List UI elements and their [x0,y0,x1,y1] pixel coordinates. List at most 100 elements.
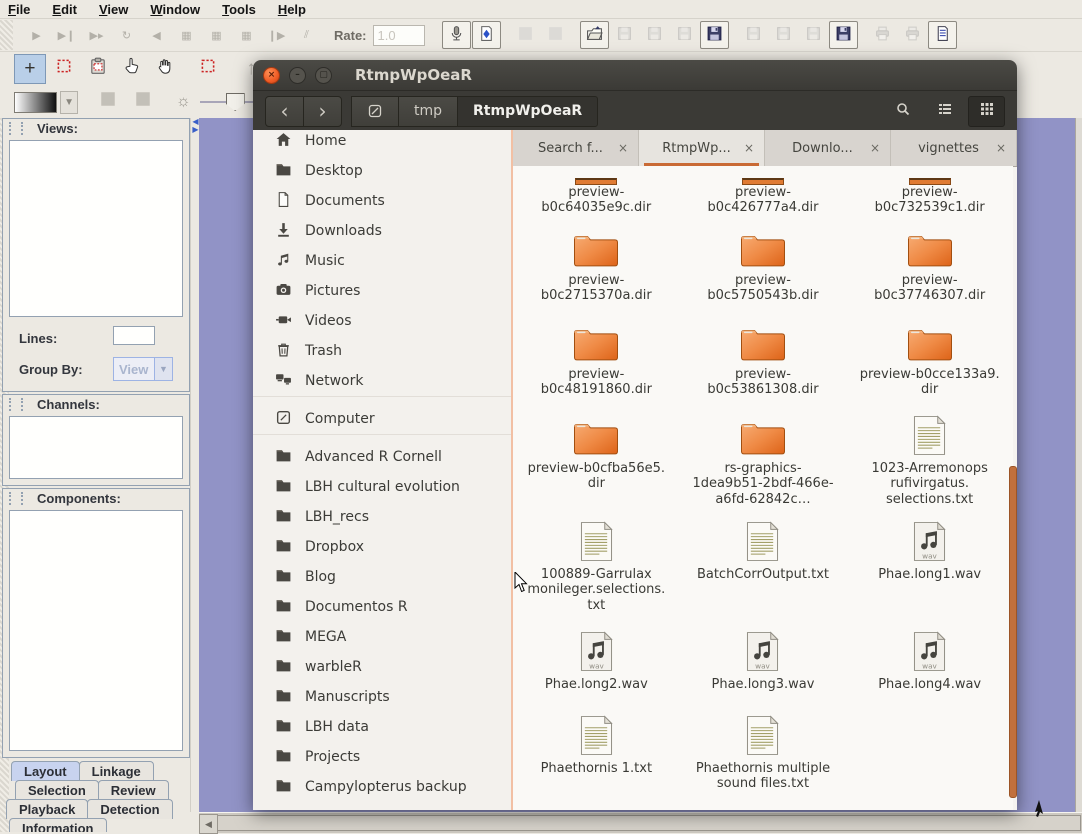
mixer-button[interactable]: ▦ [232,21,261,49]
tab[interactable]: Detection [87,799,172,819]
save-a-button[interactable] [610,21,639,49]
scrollbar-thumb[interactable] [217,815,1081,831]
views-panel-header[interactable]: Views: [3,119,189,138]
close-icon[interactable]: × [618,141,628,155]
colormap-b-button[interactable] [126,87,159,117]
rate-input[interactable] [373,25,425,46]
scroll-left-icon[interactable]: ◀ [199,814,218,834]
preview-b0cfba56e5.dir[interactable]: preview-b0cfba56e5.​dir [516,406,676,512]
selection-b-tool-button[interactable] [192,54,224,84]
Phaethornis 1.txt[interactable]: Phaethornis 1.​txt [516,706,676,810]
texture-b-button[interactable] [541,21,570,49]
chevron-down-icon[interactable]: ▼ [155,357,173,381]
crumb-current[interactable]: RtmpWpOeaR [457,96,598,127]
play-button[interactable]: ▶ [22,21,51,49]
sidebar-item[interactable]: Documents [253,186,511,216]
save-c-button[interactable] [670,21,699,49]
preview-b0cce133a9.dir[interactable]: preview-b0cce133a9.​dir [850,312,1010,406]
components-list[interactable] [9,510,183,751]
preview-b0c732539c1.dir[interactable]: preview-b0c732539c1.​dir [850,166,1010,218]
sidebar-item[interactable]: Videos [253,306,511,336]
texture-a-button[interactable] [511,21,540,49]
sidebar-item[interactable]: Manuscripts [253,682,511,712]
crosshair-tool-button[interactable]: + [14,54,46,84]
channels-list[interactable] [9,416,183,479]
lines-input[interactable] [113,326,155,345]
window-tab[interactable]: vignettes× [891,130,1017,166]
window-tab[interactable]: RtmpWp...× [639,130,765,166]
sidebar-item[interactable]: Home [253,130,511,156]
BatchCorrOutput.txt[interactable]: BatchCorrOutput.​txt [683,512,843,622]
paste-document-button[interactable] [928,21,957,49]
Phae.long1.wav[interactable]: wav Phae.​long1.​wav [850,512,1010,622]
sidebar-item[interactable]: Campylopterus backup [253,772,511,802]
back-button[interactable]: ‹ [265,96,304,127]
tab[interactable]: Linkage [79,761,154,781]
save-window-button[interactable] [700,21,729,49]
preview-b0c37746307.dir[interactable]: preview-b0c37746307.​dir [850,218,1010,312]
colormap-dropdown-button[interactable]: ▼ [60,91,78,114]
sidebar-item[interactable]: MEGA [253,622,511,652]
tab[interactable]: Playback [6,799,88,819]
channels-panel-header[interactable]: Channels: [3,395,189,414]
save-b-button[interactable] [640,21,669,49]
sidebar-item[interactable]: LBH cultural evolution [253,472,511,502]
sidebar-item[interactable]: Computer [253,404,511,435]
print-a-button[interactable] [868,21,897,49]
search-button[interactable] [884,96,921,127]
menu-item[interactable]: View [99,2,128,17]
list-view-button[interactable] [926,96,963,127]
preview-b0c426777a4.dir[interactable]: preview-b0c426777a4.​dir [683,166,843,218]
record-mic-button[interactable] [442,21,471,49]
rs-graphics-1dea9b51-2bdf-466e-a6fd-62842c…[interactable]: rs-graphics-1dea9b51-2bdf-466e-a6fd-6284… [683,406,843,512]
components-panel-header[interactable]: Components: [3,489,189,508]
sidebar-item[interactable]: Pictures [253,276,511,306]
sidebar-item[interactable]: Network [253,366,511,397]
point-hand-tool-button[interactable] [116,54,148,84]
tab[interactable]: Information [9,818,107,832]
export-c-button[interactable] [799,21,828,49]
grid-view-button[interactable] [968,96,1005,127]
new-sound-window-button[interactable] [472,21,501,49]
play-reverse-button[interactable]: ◀ [142,21,171,49]
close-icon[interactable]: × [744,141,754,155]
1023-Arremonops rufivirgatus.selections.txt[interactable]: 1023-Arremonops rufivirgatus.​selections… [850,406,1010,512]
minimize-icon[interactable]: – [289,67,306,84]
horizontal-scrollbar[interactable]: ◀ [199,812,1082,833]
save-all-button[interactable] [829,21,858,49]
group-by-combobox[interactable]: View ▼ [113,357,173,381]
sidebar-item[interactable]: Phaethornis1 [253,802,511,810]
loop-play-button[interactable]: ↻ [112,21,141,49]
print-b-button[interactable] [898,21,927,49]
window-titlebar[interactable]: × – ▢ RtmpWpOeaR [253,60,1017,91]
page-play-button[interactable]: ❙▶ [262,21,291,49]
tab[interactable]: Layout [11,761,80,781]
sidebar-item[interactable]: Dropbox [253,532,511,562]
views-list[interactable] [9,140,183,317]
sidebar-item[interactable]: warbleR [253,652,511,682]
Phae.long2.wav[interactable]: wav Phae.​long2.​wav [516,622,676,706]
record-monitor-button[interactable]: ▦ [202,21,231,49]
colormap-gradient-swatch[interactable] [14,92,57,113]
play-forward-button[interactable]: ▶▸ [82,21,111,49]
sidebar-item[interactable]: Blog [253,562,511,592]
tab[interactable]: Review [98,780,169,800]
selection-tool-button[interactable] [48,54,80,84]
preview-b0c48191860.dir[interactable]: preview-b0c48191860.​dir [516,312,676,406]
menu-item[interactable]: Edit [52,2,77,17]
close-icon[interactable]: × [263,67,280,84]
sidebar-item[interactable]: Advanced R Cornell [253,442,511,472]
colormap-a-button[interactable] [91,87,124,117]
open-file-button[interactable] [580,21,609,49]
Phae.long3.wav[interactable]: wav Phae.​long3.​wav [683,622,843,706]
100889-Garrulax monileger.selections.txt[interactable]: 100889-Garrulax monileger.​selections.​t… [516,512,676,622]
play-to-end-button[interactable]: ▶❙ [52,21,81,49]
window-tab[interactable]: Downlo...× [765,130,891,166]
close-icon[interactable]: × [870,141,880,155]
clipboard-selection-button[interactable] [82,54,114,84]
sidebar-item[interactable]: Trash [253,336,511,366]
slider-thumb[interactable] [226,93,245,111]
Phaethornis multiple sound files.txt[interactable]: Phaethornis multiple sound files.​txt [683,706,843,810]
sidebar-item[interactable]: Desktop [253,156,511,186]
close-icon[interactable]: × [996,141,1006,155]
